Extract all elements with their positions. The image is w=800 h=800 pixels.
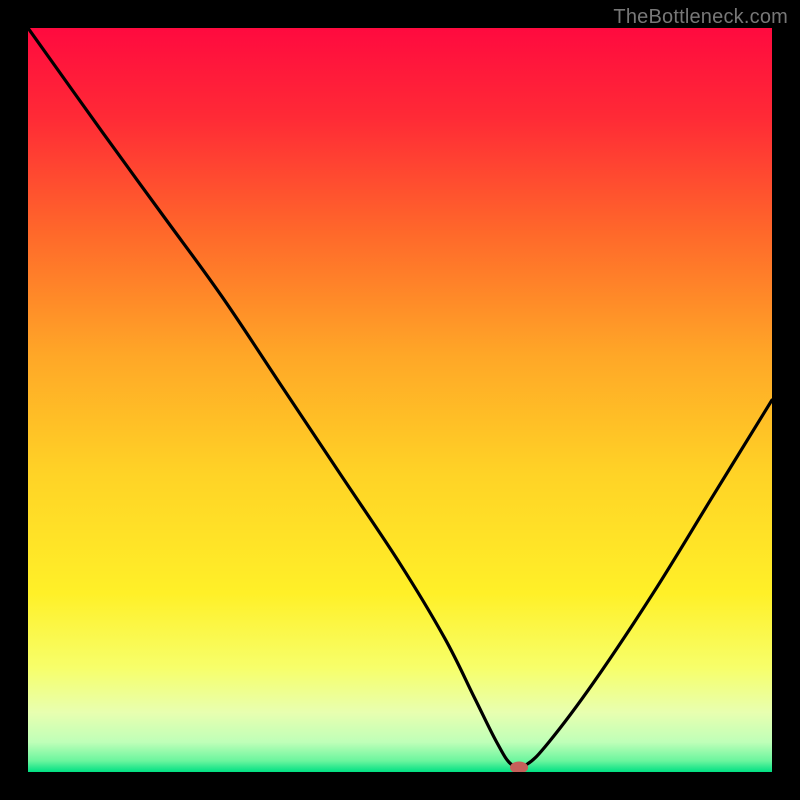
attribution-text: TheBottleneck.com xyxy=(613,6,788,29)
gradient-background xyxy=(28,28,772,772)
plot-area xyxy=(28,28,772,772)
bottleneck-chart xyxy=(28,28,772,772)
chart-container: TheBottleneck.com xyxy=(0,0,800,800)
